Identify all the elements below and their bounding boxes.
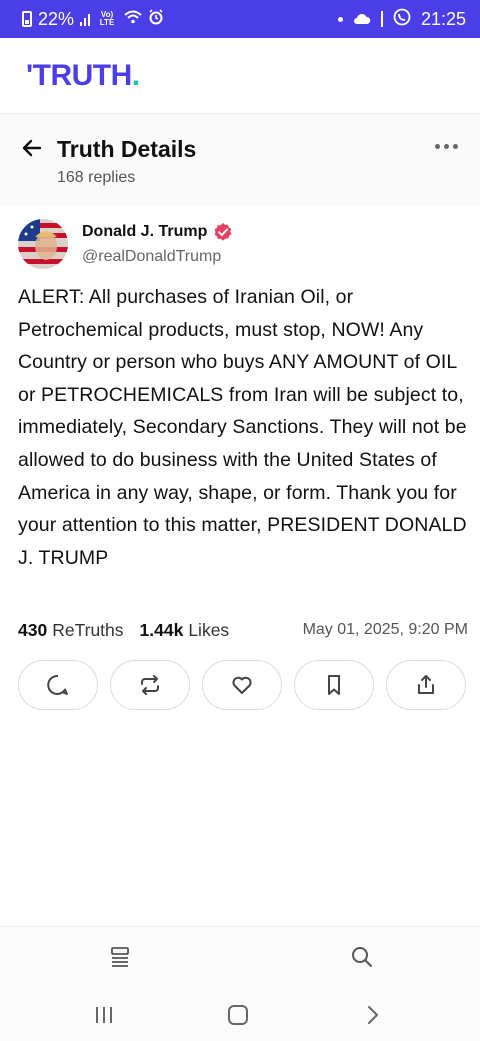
wifi-icon [124, 10, 142, 28]
post-timestamp: May 01, 2025, 9:20 PM [302, 621, 468, 638]
reply-icon [47, 674, 68, 695]
status-bar: 22% Vo) LTE 21:25 [0, 0, 480, 38]
retruths-label[interactable]: ReTruths [52, 620, 123, 641]
truth-logo[interactable]: 'TRUTH. [26, 59, 140, 93]
author-handle[interactable]: @realDonaldTrump [82, 248, 221, 266]
details-header: Truth Details 168 replies [0, 114, 480, 206]
post-text: ALERT: All purchases of Iranian Oil, or … [18, 286, 467, 569]
bottom-nav [0, 926, 480, 986]
back-chevron-icon[interactable] [362, 1005, 382, 1025]
clock-time: 21:25 [420, 8, 466, 29]
app-header: 'TRUTH. [0, 38, 480, 114]
logo-text: TRUTH [32, 58, 133, 92]
notification-dot-icon [337, 16, 343, 22]
feed-icon[interactable] [108, 945, 132, 969]
author-name[interactable]: Donald J. Trump [82, 222, 233, 242]
battery-icon [22, 11, 32, 27]
cloud-icon [353, 9, 371, 30]
search-icon[interactable] [350, 945, 374, 969]
replies-count: 168 replies [57, 169, 136, 186]
retruth-icon [141, 675, 159, 695]
likes-label[interactable]: Likes [188, 620, 229, 641]
author-name-text: Donald J. Trump [82, 223, 208, 240]
status-left: 22% Vo) LTE [22, 9, 164, 30]
bookmark-button[interactable] [294, 660, 374, 710]
share-icon [418, 675, 434, 694]
more-options-icon[interactable] [435, 144, 458, 149]
system-nav [0, 986, 480, 1041]
logo-dot: . [131, 58, 140, 92]
signal-icon [80, 12, 91, 26]
status-right: 21:25 [337, 8, 466, 31]
divider-bar-icon [380, 11, 383, 27]
like-button[interactable] [202, 660, 282, 710]
share-button[interactable] [386, 660, 466, 710]
verified-badge-icon [213, 222, 233, 242]
like-icon [232, 676, 252, 694]
likes-count[interactable]: 1.44k [140, 620, 184, 641]
network-indicator: Vo) LTE [99, 10, 115, 27]
alarm-icon [148, 9, 164, 29]
battery-percent: 22% [38, 8, 75, 29]
reply-button[interactable] [18, 660, 98, 710]
post-stats: 430 ReTruths 1.44k Likes May 01, 2025, 9… [18, 618, 468, 642]
retruth-button[interactable] [110, 660, 190, 710]
recents-icon[interactable] [94, 1006, 114, 1024]
action-bar [18, 660, 466, 710]
home-icon[interactable] [228, 1005, 248, 1025]
back-arrow-icon[interactable] [18, 134, 46, 162]
bookmark-icon [328, 675, 340, 695]
whatsapp-icon [393, 8, 411, 31]
retruths-count[interactable]: 430 [18, 620, 47, 641]
page-title: Truth Details [57, 136, 197, 162]
avatar[interactable] [18, 219, 68, 269]
